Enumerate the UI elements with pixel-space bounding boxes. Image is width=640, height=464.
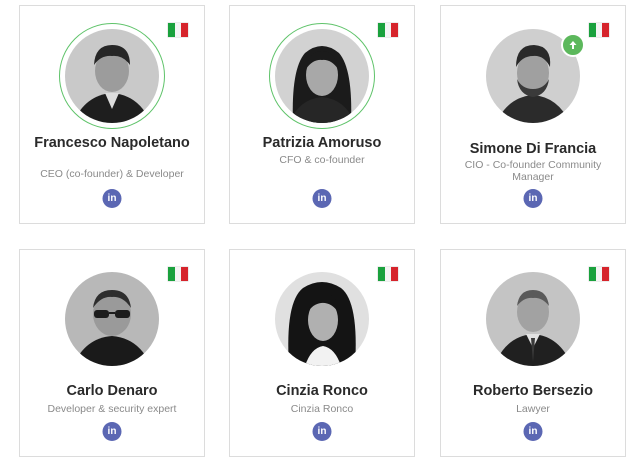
italian-flag-icon	[168, 267, 189, 281]
member-name: Carlo Denaro	[66, 383, 158, 399]
member-name: Cinzia Ronco	[276, 383, 368, 399]
avatar-ring	[269, 23, 375, 129]
member-role: CIO - Co-founder Community Manager	[464, 159, 602, 183]
linkedin-icon[interactable]: in	[102, 422, 122, 441]
arrow-up-icon	[561, 33, 585, 57]
avatar	[65, 29, 159, 123]
avatar-ring	[269, 266, 375, 372]
member-role: Cinzia Ronco	[290, 403, 354, 415]
member-role: CFO & co-founder	[279, 154, 365, 166]
avatar	[275, 29, 369, 123]
team-card-francesco: Francesco Napoletano CEO (co-founder) & …	[19, 5, 205, 224]
linkedin-icon[interactable]: in	[523, 189, 543, 208]
italian-flag-icon	[378, 23, 399, 37]
italian-flag-icon	[589, 23, 610, 37]
avatar	[65, 272, 159, 366]
avatar	[486, 272, 580, 366]
team-card-cinzia: Cinzia Ronco Cinzia Ronco in	[229, 249, 415, 457]
italian-flag-icon	[168, 23, 189, 37]
avatar-ring	[59, 266, 165, 372]
italian-flag-icon	[589, 267, 610, 281]
italian-flag-icon	[378, 267, 399, 281]
linkedin-icon[interactable]: in	[312, 422, 332, 441]
linkedin-icon[interactable]: in	[312, 189, 332, 208]
member-name: Patrizia Amoruso	[262, 135, 382, 151]
member-role: Developer & security expert	[47, 403, 177, 415]
avatar	[275, 272, 369, 366]
member-name: Roberto Bersezio	[472, 383, 594, 399]
member-name: Simone Di Francia	[469, 141, 597, 157]
team-card-patrizia: Patrizia Amoruso CFO & co-founder in	[229, 5, 415, 224]
team-card-simone: Simone Di Francia CIO - Co-founder Commu…	[440, 5, 626, 224]
avatar-ring	[59, 23, 165, 129]
team-card-carlo: Carlo Denaro Developer & security expert…	[19, 249, 205, 457]
member-name: Francesco Napoletano	[34, 135, 190, 151]
team-card-roberto: Roberto Bersezio Lawyer in	[440, 249, 626, 457]
linkedin-icon[interactable]: in	[523, 422, 543, 441]
avatar-ring	[480, 266, 586, 372]
linkedin-icon[interactable]: in	[102, 189, 122, 208]
member-role: CEO (co-founder) & Developer	[40, 168, 184, 180]
member-role: Lawyer	[516, 403, 550, 415]
